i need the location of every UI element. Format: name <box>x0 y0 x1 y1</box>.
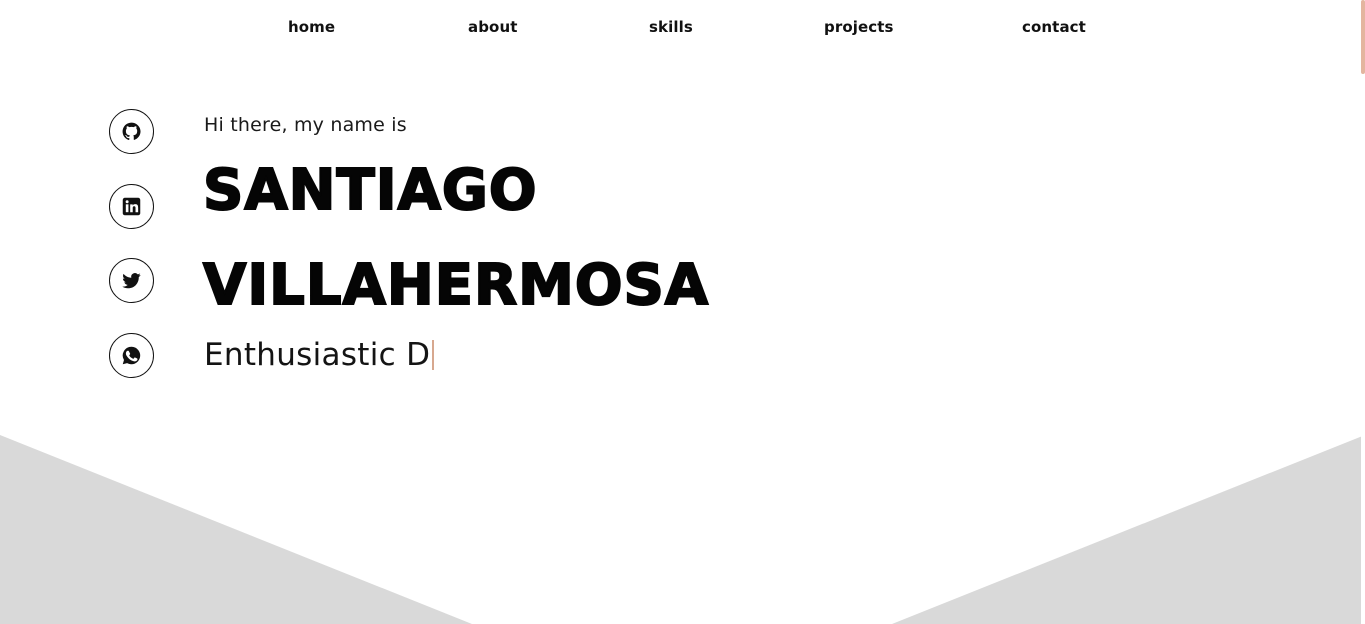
twitter-icon <box>122 273 141 289</box>
github-button[interactable] <box>109 109 154 154</box>
hero-typed-role: Enthusiastic D <box>204 336 435 374</box>
nav-projects[interactable]: projects <box>824 18 894 36</box>
hero-first-name: SANTIAGO <box>202 158 538 223</box>
nav-home[interactable]: home <box>288 18 335 36</box>
github-icon <box>122 122 141 141</box>
twitter-button[interactable] <box>109 258 154 303</box>
scrollbar-thumb[interactable] <box>1361 0 1365 74</box>
hero-greeting: Hi there, my name is <box>204 114 407 136</box>
linkedin-icon <box>122 197 141 216</box>
hero-last-name: VILLAHERMOSA <box>202 253 710 318</box>
main-nav: home about skills projects contact <box>0 18 1361 40</box>
nav-skills[interactable]: skills <box>649 18 693 36</box>
nav-contact[interactable]: contact <box>1022 18 1086 36</box>
nav-about[interactable]: about <box>468 18 518 36</box>
whatsapp-button[interactable] <box>109 333 154 378</box>
whatsapp-icon <box>122 346 141 365</box>
linkedin-button[interactable] <box>109 184 154 229</box>
typed-text: Enthusiastic D <box>204 337 431 373</box>
scrollbar[interactable] <box>1361 0 1365 624</box>
typing-caret <box>432 340 435 370</box>
